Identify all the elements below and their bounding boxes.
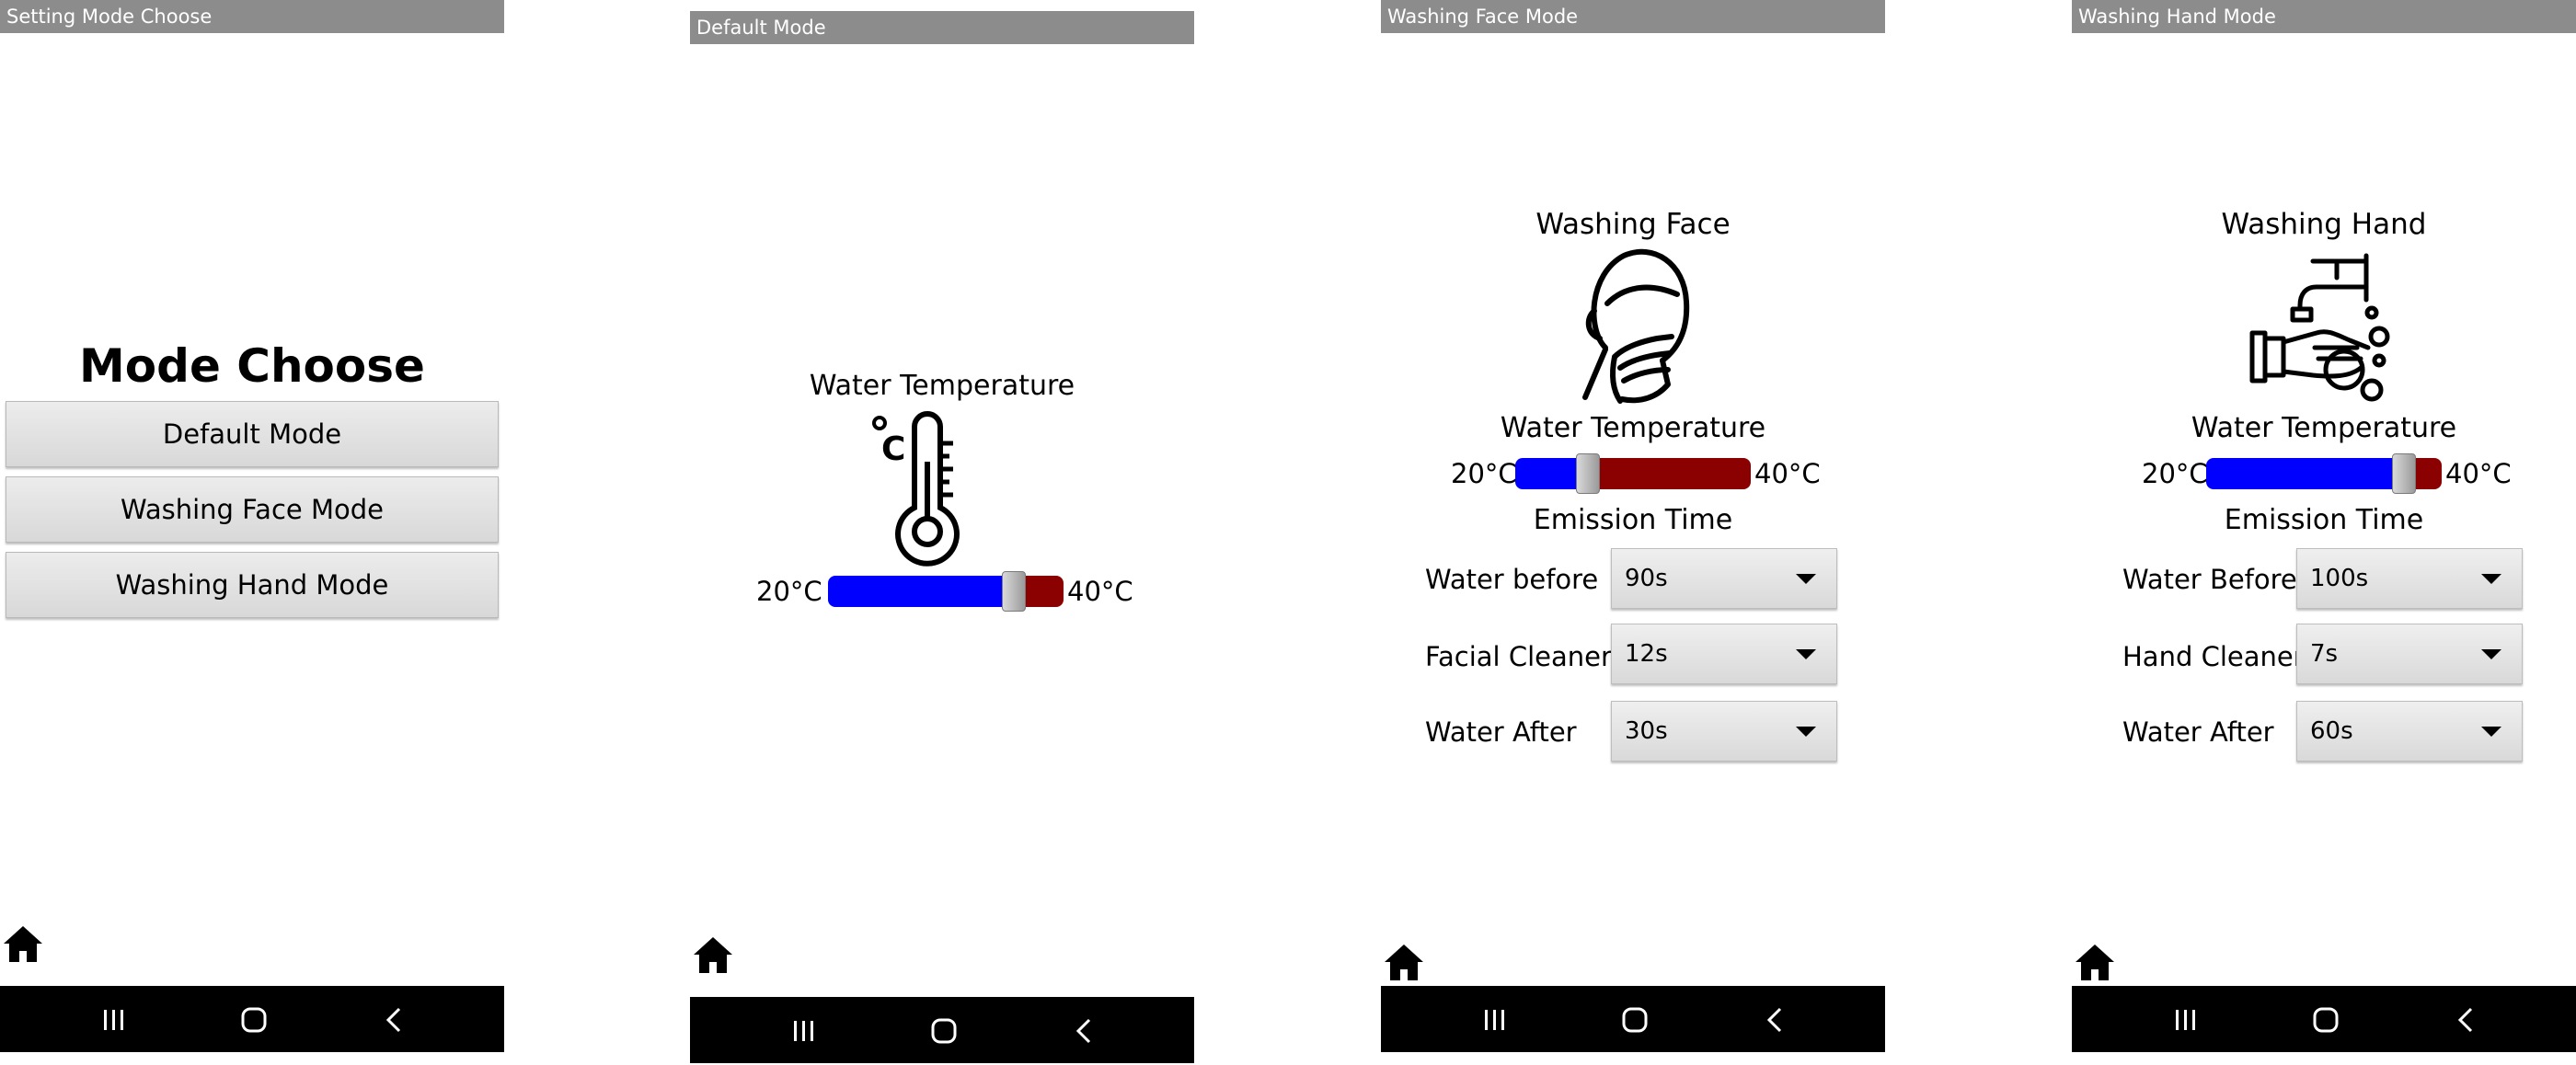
- water-after-label: Water After: [1425, 716, 1577, 748]
- water-temperature-slider[interactable]: [2206, 453, 2442, 494]
- mode-heading: Washing Hand: [2221, 208, 2427, 241]
- water-temperature-label: Water Temperature: [1500, 412, 1766, 444]
- back-icon[interactable]: [2438, 986, 2493, 1052]
- water-before-dropdown[interactable]: 100s: [2296, 548, 2523, 609]
- slider-thumb[interactable]: [1002, 571, 1026, 612]
- water-temperature-slider[interactable]: [1515, 453, 1751, 494]
- screen-washing-hand-mode: Washing Hand Mode Washing Hand Water Tem…: [2072, 0, 2576, 1054]
- chevron-down-icon: [2481, 727, 2501, 737]
- dropdown-value: 60s: [2310, 717, 2353, 745]
- chevron-down-icon: [1796, 574, 1816, 584]
- washing-face-icon: [1569, 246, 1697, 407]
- chevron-down-icon: [1796, 727, 1816, 737]
- recent-apps-icon[interactable]: [1467, 986, 1523, 1052]
- back-icon[interactable]: [1747, 986, 1802, 1052]
- screen-default-mode: Default Mode Water Temperature C 20°C 40…: [690, 11, 1194, 1065]
- title-bar: Washing Hand Mode: [2072, 0, 2576, 33]
- svg-text:C: C: [881, 430, 905, 468]
- dropdown-value: 100s: [2310, 565, 2369, 592]
- temp-min-label: 20°C: [1451, 458, 1517, 489]
- nav-home-icon[interactable]: [226, 986, 282, 1052]
- system-nav-bar: [0, 986, 504, 1052]
- nav-home-icon[interactable]: [2298, 986, 2353, 1052]
- chevron-down-icon: [1796, 649, 1816, 659]
- water-temperature-label: Water Temperature: [809, 370, 1075, 402]
- mode-heading: Washing Face: [1535, 208, 1731, 241]
- dropdown-value: 90s: [1625, 565, 1668, 592]
- home-icon[interactable]: [2, 923, 44, 964]
- nav-home-icon[interactable]: [916, 997, 972, 1063]
- water-after-label: Water After: [2122, 716, 2274, 748]
- slider-hot-track: [1588, 458, 1751, 489]
- temp-min-label: 20°C: [2142, 458, 2208, 489]
- home-icon[interactable]: [2074, 942, 2116, 982]
- screen-mode-choose: Setting Mode Choose Mode Choose Default …: [0, 0, 504, 1054]
- chevron-down-icon: [2481, 649, 2501, 659]
- water-temperature-label: Water Temperature: [2191, 412, 2457, 444]
- home-icon[interactable]: [692, 934, 734, 975]
- nav-home-icon[interactable]: [1607, 986, 1662, 1052]
- emission-time-label: Emission Time: [2224, 504, 2424, 536]
- washing-hand-mode-button[interactable]: Washing Hand Mode: [6, 552, 499, 618]
- default-mode-button[interactable]: Default Mode: [6, 401, 499, 467]
- water-temperature-slider[interactable]: [828, 571, 1064, 612]
- washing-face-mode-button[interactable]: Washing Face Mode: [6, 476, 499, 543]
- washing-hand-icon: [2248, 252, 2399, 403]
- title-bar: Default Mode: [690, 11, 1194, 44]
- dropdown-value: 12s: [1625, 640, 1668, 668]
- system-nav-bar: [1381, 986, 1885, 1052]
- recent-apps-icon[interactable]: [776, 997, 832, 1063]
- title-bar: Setting Mode Choose: [0, 0, 504, 33]
- temp-max-label: 40°C: [1754, 458, 1821, 489]
- water-before-label: Water Before: [2122, 564, 2297, 595]
- water-after-dropdown[interactable]: 60s: [2296, 701, 2523, 762]
- temp-max-label: 40°C: [2445, 458, 2512, 489]
- chevron-down-icon: [2481, 574, 2501, 584]
- slider-cold-track: [2206, 458, 2404, 489]
- temp-max-label: 40°C: [1067, 576, 1133, 607]
- slider-cold-track: [828, 576, 1014, 607]
- hand-cleaner-dropdown[interactable]: 7s: [2296, 624, 2523, 684]
- system-nav-bar: [2072, 986, 2576, 1052]
- back-icon[interactable]: [1056, 997, 1111, 1063]
- emission-time-label: Emission Time: [1533, 504, 1733, 536]
- facial-cleaner-label: Facial Cleaner: [1425, 641, 1612, 672]
- dropdown-value: 7s: [2310, 640, 2339, 668]
- screen-washing-face-mode: Washing Face Mode Washing Face Water Tem…: [1381, 0, 1885, 1054]
- home-icon[interactable]: [1383, 942, 1425, 982]
- water-before-dropdown[interactable]: 90s: [1611, 548, 1837, 609]
- recent-apps-icon[interactable]: [86, 986, 142, 1052]
- title-bar: Washing Face Mode: [1381, 0, 1885, 33]
- temp-min-label: 20°C: [756, 576, 822, 607]
- hand-cleaner-label: Hand Cleaner: [2122, 641, 2305, 672]
- slider-thumb[interactable]: [1576, 453, 1600, 494]
- recent-apps-icon[interactable]: [2158, 986, 2214, 1052]
- dropdown-value: 30s: [1625, 717, 1668, 745]
- water-before-label: Water before: [1425, 564, 1599, 595]
- thermometer-icon: C: [865, 407, 975, 572]
- slider-thumb[interactable]: [2392, 453, 2416, 494]
- back-icon[interactable]: [366, 986, 421, 1052]
- system-nav-bar: [690, 997, 1194, 1063]
- water-after-dropdown[interactable]: 30s: [1611, 701, 1837, 762]
- facial-cleaner-dropdown[interactable]: 12s: [1611, 624, 1837, 684]
- page-title: Mode Choose: [79, 339, 425, 393]
